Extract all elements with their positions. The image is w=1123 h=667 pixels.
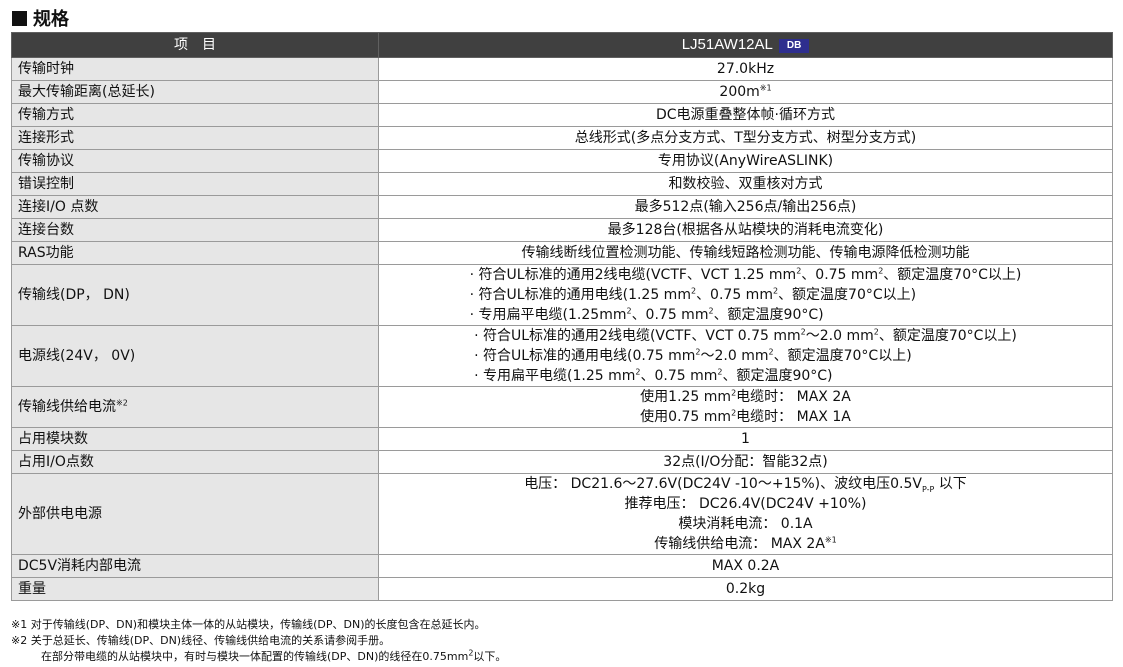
row-value: MAX 0.2A [378, 554, 1113, 578]
table-row: 连接形式 总线形式(多点分支方式、T型分支方式、树型分支方式) [11, 126, 1113, 150]
value-line: 模块消耗电流： 0.1A [678, 516, 813, 532]
row-value: 27.0kHz [378, 57, 1113, 81]
table-row: RAS功能 传输线断线位置检测功能、传输线短路检测功能、传输电源降低检测功能 [11, 241, 1113, 265]
header-model: LJ51AW12AL DB [378, 32, 1113, 58]
row-label: 重量 [11, 577, 379, 601]
row-label: 连接I/O 点数 [11, 195, 379, 219]
row-value: 最多128台(根据各从站模块的消耗电流变化) [378, 218, 1113, 242]
row-label: 传输协议 [11, 149, 379, 173]
row-value: 传输线断线位置检测功能、传输线短路检测功能、传输电源降低检测功能 [378, 241, 1113, 265]
table-row: 传输时钟 27.0kHz [11, 57, 1113, 81]
row-value: 使用1.25 mm2电缆时： MAX 2A 使用0.75 mm2电缆时： MAX… [378, 386, 1113, 428]
value-line: 电压： DC21.6～27.6V(DC24V -10～+15%)、波纹电压0.5… [524, 476, 967, 494]
row-label: 连接形式 [11, 126, 379, 150]
value-line: 传输线供给电流： MAX 2A※1 [654, 535, 837, 552]
value-line: 使用1.25 mm2电缆时： MAX 2A [640, 388, 851, 405]
row-label: 错误控制 [11, 172, 379, 196]
value-line: · 符合UL标准的通用电线(0.75 mm2～2.0 mm2、额定温度70°C以… [474, 347, 912, 364]
row-value: 总线形式(多点分支方式、T型分支方式、树型分支方式) [378, 126, 1113, 150]
row-value: 专用协议(AnyWireASLINK) [378, 149, 1113, 173]
row-label: 外部供电电源 [11, 473, 379, 555]
row-label: 占用I/O点数 [11, 450, 379, 474]
db-badge: DB [778, 39, 810, 53]
note-mark: ※2 [116, 398, 128, 408]
footnote-2-continued: 在部分带电缆的从站模块中，有时与模块一体配置的传输线(DP、DN)的线径在0.7… [41, 648, 507, 663]
row-label: 传输线(DP， DN) [11, 264, 379, 326]
table-row: 传输线(DP， DN) · 符合UL标准的通用2线电缆(VCTF、VCT 1.2… [11, 264, 1113, 326]
table-header: 项 目 LJ51AW12AL DB [11, 32, 1113, 58]
value-line: 推荐电压： DC26.4V(DC24V +10%) [624, 496, 867, 512]
row-label: 传输线供给电流※2 [11, 386, 379, 428]
row-label: 电源线(24V， 0V) [11, 325, 379, 387]
row-label: 传输方式 [11, 103, 379, 127]
row-value: 电压： DC21.6～27.6V(DC24V -10～+15%)、波纹电压0.5… [378, 473, 1113, 555]
value-line: · 专用扁平电缆(1.25mm2、0.75 mm2、额定温度90°C) [469, 306, 824, 323]
table-row: 占用模块数 1 [11, 427, 1113, 451]
value-line: 使用0.75 mm2电缆时： MAX 1A [640, 408, 851, 425]
row-value: 1 [378, 427, 1113, 451]
value-line: · 符合UL标准的通用2线电缆(VCTF、VCT 0.75 mm2～2.0 mm… [474, 327, 1017, 344]
table-row: 传输线供给电流※2 使用1.25 mm2电缆时： MAX 2A 使用0.75 m… [11, 386, 1113, 428]
section-title-text: 规格 [33, 9, 69, 30]
value-lines: · 符合UL标准的通用2线电缆(VCTF、VCT 1.25 mm2、0.75 m… [470, 265, 1022, 325]
table-row: 连接台数 最多128台(根据各从站模块的消耗电流变化) [11, 218, 1113, 242]
value-text: 200m [719, 84, 760, 100]
section-title: 规格 [12, 5, 69, 31]
table-row: 连接I/O 点数 最多512点(输入256点/输出256点) [11, 195, 1113, 219]
row-label: 连接台数 [11, 218, 379, 242]
table-row: 错误控制 和数校验、双重核对方式 [11, 172, 1113, 196]
row-value: 最多512点(输入256点/输出256点) [378, 195, 1113, 219]
value-line: · 专用扁平电缆(1.25 mm2、0.75 mm2、额定温度90°C) [474, 367, 833, 384]
table-row: 外部供电电源 电压： DC21.6～27.6V(DC24V -10～+15%)、… [11, 473, 1113, 555]
row-label: RAS功能 [11, 241, 379, 265]
table-row: 重量 0.2kg [11, 577, 1113, 601]
row-value: · 符合UL标准的通用2线电缆(VCTF、VCT 0.75 mm2～2.0 mm… [378, 325, 1113, 387]
value-line: · 符合UL标准的通用电线(1.25 mm2、0.75 mm2、额定温度70°C… [469, 286, 917, 303]
footnote-2: ※2 关于总延长、传输线(DP、DN)线径、传输线供给电流的关系请参阅手册。 [11, 634, 391, 647]
square-bullet-icon [12, 10, 27, 26]
row-value: 32点(I/O分配：智能32点) [378, 450, 1113, 474]
row-label: 占用模块数 [11, 427, 379, 451]
spec-table: 项 目 LJ51AW12AL DB 传输时钟 27.0kHz 最大传输距离(总延长… [11, 32, 1113, 601]
header-item: 项 目 [11, 32, 379, 58]
row-label: DC5V消耗内部电流 [11, 554, 379, 578]
row-value: 0.2kg [378, 577, 1113, 601]
row-value: 200m※1 [378, 80, 1113, 104]
table-row: 传输方式 DC电源重叠整体帧·循环方式 [11, 103, 1113, 127]
table-row: 占用I/O点数 32点(I/O分配：智能32点) [11, 450, 1113, 474]
table-row: 最大传输距离(总延长) 200m※1 [11, 80, 1113, 104]
model-name: LJ51AW12AL [681, 36, 773, 53]
table-row: DC5V消耗内部电流 MAX 0.2A [11, 554, 1113, 578]
footnotes: ※1 对于传输线(DP、DN)和模块主体一体的从站模块，传输线(DP、DN)的长… [11, 617, 506, 665]
value-line: · 符合UL标准的通用2线电缆(VCTF、VCT 1.25 mm2、0.75 m… [469, 266, 1022, 283]
note-mark: ※1 [759, 83, 772, 93]
row-value: DC电源重叠整体帧·循环方式 [378, 103, 1113, 127]
row-label: 传输时钟 [11, 57, 379, 81]
row-value: · 符合UL标准的通用2线电缆(VCTF、VCT 1.25 mm2、0.75 m… [378, 264, 1113, 326]
table-row: 电源线(24V， 0V) · 符合UL标准的通用2线电缆(VCTF、VCT 0.… [11, 325, 1113, 387]
row-label: 最大传输距离(总延长) [11, 80, 379, 104]
footnote-1: ※1 对于传输线(DP、DN)和模块主体一体的从站模块，传输线(DP、DN)的长… [11, 618, 486, 631]
value-lines: · 符合UL标准的通用2线电缆(VCTF、VCT 0.75 mm2～2.0 mm… [474, 326, 1017, 386]
row-value: 和数校验、双重核对方式 [378, 172, 1113, 196]
table-row: 传输协议 专用协议(AnyWireASLINK) [11, 149, 1113, 173]
